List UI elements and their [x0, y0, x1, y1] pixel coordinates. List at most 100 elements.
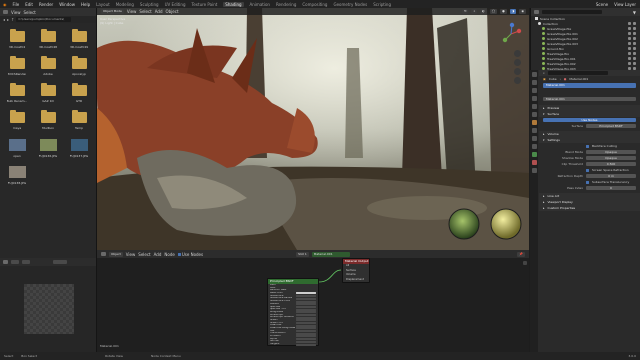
outliner-search-field[interactable]	[542, 10, 602, 14]
pan-hand-icon[interactable]	[514, 59, 521, 66]
tab-sculpting[interactable]: Sculpting	[140, 2, 159, 7]
file-item[interactable]: 3DCSRender	[4, 56, 30, 79]
node-menu-node[interactable]: Node	[164, 252, 174, 257]
settings-field[interactable]: Opaque	[586, 149, 636, 155]
grid-icon[interactable]	[514, 77, 521, 84]
visibility-eye-icon[interactable]	[628, 32, 631, 35]
tab-layout[interactable]: Layout	[96, 2, 110, 7]
camera-render-icon[interactable]	[633, 52, 636, 55]
file-item[interactable]: Bulk Renam...	[4, 83, 30, 106]
properties-search-field[interactable]	[547, 71, 608, 75]
settings-field[interactable]: 0	[586, 185, 636, 191]
menu-file[interactable]: File	[13, 2, 20, 7]
shading-solid-icon[interactable]: ●	[500, 9, 507, 14]
visibility-eye-icon[interactable]	[628, 27, 631, 30]
zoom-icon[interactable]	[514, 50, 521, 57]
menu-edit[interactable]: Edit	[25, 2, 33, 7]
tab-geometry-nodes[interactable]: Geometry Nodes	[333, 2, 367, 7]
camera-render-icon[interactable]	[633, 47, 636, 50]
back-arrow-icon[interactable]: ◂	[3, 17, 5, 22]
camera-render-icon[interactable]	[633, 57, 636, 60]
camera-render-icon[interactable]	[633, 22, 636, 25]
constraint-tab-icon[interactable]	[531, 144, 537, 149]
surface-shader-field[interactable]: Principled BSDF	[586, 123, 636, 129]
vp-menu-add[interactable]: Add	[155, 9, 163, 14]
tab-texture-paint[interactable]: Texture Paint	[191, 2, 217, 7]
tool-tab-icon[interactable]	[531, 72, 537, 77]
file-item[interactable]: Adobe	[35, 56, 61, 79]
tab-animation[interactable]: Animation	[250, 2, 270, 7]
scene-selector[interactable]: Scene	[596, 2, 608, 7]
bsdf-input-slider[interactable]	[296, 343, 316, 346]
tab-scripting[interactable]: Scripting	[373, 2, 391, 7]
visibility-eye-icon[interactable]	[628, 42, 631, 45]
tab-uv-editing[interactable]: UV Editing	[165, 2, 186, 7]
material-slot-list[interactable]: Material.001	[539, 82, 640, 92]
shading-wireframe-icon[interactable]: ◯	[489, 9, 498, 14]
view-layer-selector[interactable]: View Layer	[614, 2, 636, 7]
data-tab-icon[interactable]	[531, 152, 537, 157]
settings-field[interactable]: 0.500	[586, 161, 636, 167]
blender-logo-icon[interactable]: ◉	[3, 2, 7, 7]
image-mode-icon[interactable]	[11, 260, 19, 264]
object-tab-icon[interactable]	[531, 120, 537, 125]
material-tab-icon[interactable]	[531, 160, 537, 165]
file-item[interactable]: maya	[4, 110, 30, 133]
overlays-icon[interactable]: ◐	[480, 9, 487, 14]
directory-path-field[interactable]: C:\Users\pumpkin\Documents\	[16, 17, 72, 22]
camera-render-icon[interactable]	[633, 62, 636, 65]
camera-render-icon[interactable]	[633, 42, 636, 45]
visibility-eye-icon[interactable]	[628, 57, 631, 60]
global-orientation-icon[interactable]: ⟲	[461, 9, 469, 14]
render-tab-icon[interactable]	[531, 80, 537, 85]
vp-menu-view[interactable]: View	[127, 9, 137, 14]
visibility-eye-icon[interactable]	[628, 47, 631, 50]
menu-window[interactable]: Window	[59, 2, 75, 7]
image-view-icon[interactable]	[22, 260, 30, 264]
material-dropdown[interactable]: Material.001	[311, 251, 350, 257]
use-nodes-checkbox[interactable]: Use Nodes	[177, 252, 203, 257]
settings-field[interactable]: 0 m	[586, 173, 636, 179]
material-name-field[interactable]: Material.001	[543, 96, 636, 102]
material-output-node[interactable]: Material Output All Surface Volume Displace…	[342, 258, 370, 283]
section-custom-properties[interactable]: ▸ Custom Properties	[539, 205, 640, 211]
file-item[interactable]: Mudbox	[35, 110, 61, 133]
visibility-eye-icon[interactable]	[628, 37, 631, 40]
editor-type-icon[interactable]	[101, 252, 106, 256]
file-item[interactable]: GTR	[66, 83, 92, 106]
node-menu-select[interactable]: Select	[138, 252, 150, 257]
file-item[interactable]: 3D-CoatV48	[35, 29, 61, 52]
pin-icon[interactable]: 📌	[517, 251, 525, 257]
view-layer-tab-icon[interactable]	[531, 96, 537, 101]
fb-menu-select[interactable]: Select	[24, 10, 36, 15]
settings-field[interactable]: Opaque	[586, 155, 636, 161]
visibility-eye-icon[interactable]	[628, 52, 631, 55]
node-menu-add[interactable]: Add	[154, 252, 162, 257]
camera-render-icon[interactable]	[633, 27, 636, 30]
output-socket-row[interactable]: Displacement	[343, 278, 369, 283]
file-item[interactable]: FUJ0137.JPG	[66, 137, 92, 160]
filter-icon[interactable]: ▼	[633, 10, 636, 15]
vp-menu-select[interactable]: Select	[139, 9, 151, 14]
visibility-eye-icon[interactable]	[628, 62, 631, 65]
slot-dropdown[interactable]: Slot 1	[296, 251, 309, 257]
tab-shading[interactable]: Shading	[223, 1, 244, 7]
file-item[interactable]: 3D-CoatV4	[4, 29, 30, 52]
navigation-gizmo[interactable]	[499, 22, 523, 46]
output-tab-icon[interactable]	[531, 88, 537, 93]
settings-checkbox[interactable]	[586, 144, 589, 148]
node-menu-view[interactable]: View	[126, 252, 136, 257]
texture-tab-icon[interactable]	[531, 168, 537, 173]
menu-help[interactable]: Help	[81, 2, 90, 7]
object-mode-dropdown[interactable]: Object Mode	[101, 9, 124, 14]
file-item[interactable]: 3D-CoatV49	[66, 29, 92, 52]
settings-checkbox[interactable]	[586, 180, 589, 184]
image-browse-icon[interactable]	[53, 260, 67, 264]
camera-render-icon[interactable]	[633, 37, 636, 40]
physics-tab-icon[interactable]	[531, 136, 537, 141]
principled-bsdf-node[interactable]: Principled BSDF BSDF GGX Random Walk Base C…	[267, 278, 319, 346]
shading-material-icon[interactable]: ◑	[509, 9, 517, 14]
editor-type-icon[interactable]	[3, 10, 8, 14]
camera-render-icon[interactable]	[633, 32, 636, 35]
tab-rendering[interactable]: Rendering	[276, 2, 296, 7]
